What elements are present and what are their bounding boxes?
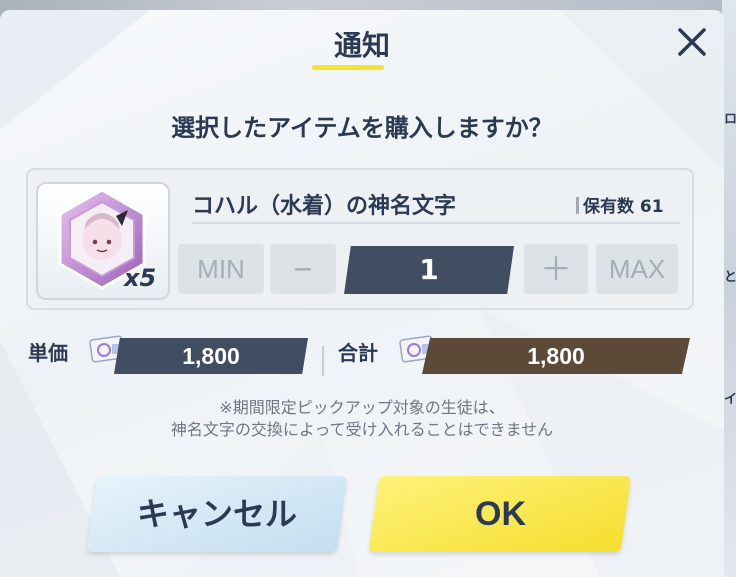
owned-value: 61 xyxy=(639,197,664,217)
price-separator xyxy=(322,346,324,376)
plus-button[interactable]: ＋ xyxy=(524,244,588,294)
background-label: と xyxy=(724,270,736,285)
dialog-title: 通知 xyxy=(333,29,390,62)
item-icon-frame: x5 xyxy=(36,182,170,300)
confirm-question: 選択したアイテムを購入しますか？ xyxy=(171,114,553,142)
minus-button[interactable]: − xyxy=(270,244,336,294)
unit-price-value: 1,800 xyxy=(114,338,308,374)
ok-button[interactable]: OK xyxy=(368,476,632,552)
item-count-badge: x5 xyxy=(124,264,157,292)
min-button[interactable]: MIN xyxy=(178,244,264,294)
notice-line-2: 神名文字の交換によって受け入れることはできません xyxy=(170,420,554,439)
total-price-label: 合計 xyxy=(338,341,378,365)
item-name: コハル（水着）の神名文字 xyxy=(192,194,457,219)
background-label: ロ xyxy=(724,112,736,127)
total-price-value: 1,800 xyxy=(422,338,690,374)
quantity-value: 1 xyxy=(344,246,514,294)
item-panel: x5 コハル（水着）の神名文字 保有数 61 MIN − 1 ＋ MAX xyxy=(26,168,694,310)
cancel-button-label: キャンセル xyxy=(136,495,297,533)
ok-button-label: OK xyxy=(474,495,526,533)
cancel-button[interactable]: キャンセル xyxy=(86,476,348,552)
unit-price-label: 単価 xyxy=(28,341,68,365)
close-icon xyxy=(678,28,706,56)
purchase-confirm-dialog: 通知 選択したアイテムを購入しますか？ x5 コハル（水着）の神名文字 保有数 … xyxy=(0,10,724,577)
owned-count: 保有数 61 xyxy=(576,192,664,217)
background-right-strip xyxy=(722,0,736,577)
max-button[interactable]: MAX xyxy=(596,244,678,294)
name-divider xyxy=(192,222,680,224)
title-underline xyxy=(312,65,384,70)
owned-marker xyxy=(576,197,579,214)
notice-line-1: ※期間限定ピックアップ対象の生徒は、 xyxy=(219,398,505,417)
close-button[interactable] xyxy=(672,22,712,62)
owned-label: 保有数 xyxy=(583,197,634,217)
background-label: イ xyxy=(724,392,736,407)
